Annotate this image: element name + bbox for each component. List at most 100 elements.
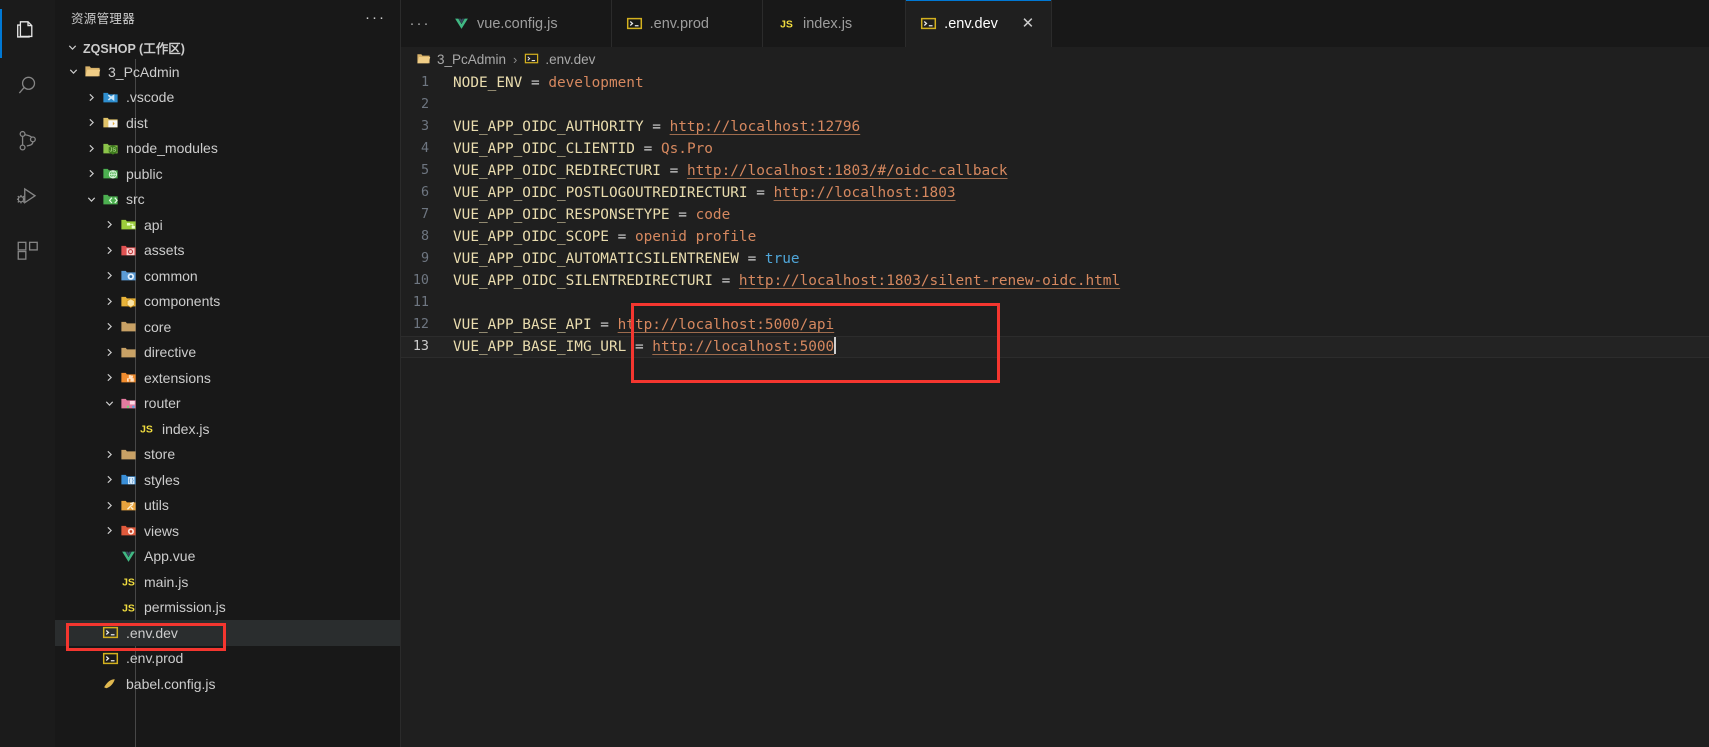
- activity-item-source-control[interactable]: [0, 116, 55, 171]
- env-value[interactable]: http://localhost:1803/#/oidc-callback: [687, 163, 1008, 179]
- tree-item-directive[interactable]: directive: [55, 340, 400, 366]
- tree-item-common[interactable]: common: [55, 263, 400, 289]
- env-value[interactable]: http://localhost:1803/silent-renew-oidc.…: [739, 273, 1120, 289]
- tree-item-utils[interactable]: utils: [55, 493, 400, 519]
- js-file-icon: JS: [135, 420, 157, 437]
- tree-item-dist[interactable]: dist: [55, 110, 400, 136]
- tabs-overflow-button[interactable]: ···: [401, 0, 439, 47]
- code-line[interactable]: 1NODE_ENV = development: [401, 72, 1709, 94]
- tree-item-styles[interactable]: {}styles: [55, 467, 400, 493]
- chevron-right-icon[interactable]: [101, 242, 117, 258]
- tree-item-label: src: [126, 191, 145, 207]
- file-tree[interactable]: 3_PcAdmin.vscodedistJSnode_modulespublic…: [55, 59, 400, 747]
- tree-item-public[interactable]: public: [55, 161, 400, 187]
- router-folder-icon: [117, 395, 139, 412]
- chevron-right-icon[interactable]: [101, 344, 117, 360]
- activity-item-explorer[interactable]: [0, 6, 55, 61]
- tree-item-main-js[interactable]: JSmain.js: [55, 569, 400, 595]
- env-key: VUE_APP_OIDC_AUTOMATICSILENTRENEW: [453, 251, 739, 267]
- tab-env-dev[interactable]: .env.dev✕: [906, 0, 1052, 47]
- chevron-right-icon[interactable]: [101, 319, 117, 335]
- tree-item-app-vue[interactable]: App.vue: [55, 544, 400, 570]
- chevron-right-icon[interactable]: [83, 115, 99, 131]
- breadcrumb-folder[interactable]: 3_PcAdmin: [416, 51, 506, 69]
- env-value[interactable]: http://localhost:1803: [774, 185, 956, 201]
- tree-item-label: router: [144, 395, 181, 411]
- console-file-icon: [626, 15, 643, 32]
- tree-item-env-prod[interactable]: .env.prod: [55, 646, 400, 672]
- activity-item-extensions[interactable]: [0, 226, 55, 281]
- tree-item-components[interactable]: components: [55, 289, 400, 315]
- tab-index-js[interactable]: JSindex.js✕: [763, 0, 906, 47]
- code-line[interactable]: 8VUE_APP_OIDC_SCOPE = openid profile: [401, 226, 1709, 248]
- activity-item-search[interactable]: [0, 61, 55, 116]
- tree-item-permission-js[interactable]: JSpermission.js: [55, 595, 400, 621]
- activity-item-run-and-debug[interactable]: [0, 171, 55, 226]
- explorer-more-actions-button[interactable]: ···: [365, 10, 386, 25]
- tree-item-extensions[interactable]: extensions: [55, 365, 400, 391]
- text-cursor: [834, 337, 836, 354]
- chevron-down-icon[interactable]: [83, 191, 99, 207]
- chevron-right-icon[interactable]: [83, 140, 99, 156]
- tab-vue-config-js[interactable]: vue.config.js✕: [439, 0, 612, 47]
- tree-item-core[interactable]: core: [55, 314, 400, 340]
- chevron-down-icon[interactable]: [65, 64, 81, 80]
- tree-item-store[interactable]: store: [55, 442, 400, 468]
- chevron-right-icon[interactable]: [101, 217, 117, 233]
- line-number: 5: [401, 160, 453, 182]
- tree-item-src[interactable]: src: [55, 187, 400, 213]
- tree-item-env-dev[interactable]: .env.dev: [55, 620, 400, 646]
- chevron-right-icon[interactable]: [101, 497, 117, 513]
- breadcrumb-file[interactable]: .env.dev: [524, 51, 595, 69]
- env-key: VUE_APP_OIDC_CLIENTID: [453, 141, 635, 157]
- editor-group: ··· vue.config.js✕.env.prod✕JSindex.js✕.…: [401, 0, 1709, 747]
- tab-env-prod[interactable]: .env.prod✕: [612, 0, 763, 47]
- chevron-right-icon[interactable]: [83, 89, 99, 105]
- code-line[interactable]: 10VUE_APP_OIDC_SILENTREDIRECTURI = http:…: [401, 270, 1709, 292]
- chevron-right-icon[interactable]: [101, 293, 117, 309]
- chevron-down-icon[interactable]: [101, 395, 117, 411]
- code-line[interactable]: 7VUE_APP_OIDC_RESPONSETYPE = code: [401, 204, 1709, 226]
- line-number: 8: [401, 226, 453, 248]
- equals-sign: =: [739, 251, 765, 267]
- chevron-right-icon[interactable]: [101, 370, 117, 386]
- code-text: VUE_APP_OIDC_SILENTREDIRECTURI = http://…: [453, 270, 1120, 292]
- tree-item-label: directive: [144, 344, 196, 360]
- line-number: 12: [401, 314, 453, 336]
- tree-item-node-modules[interactable]: JSnode_modules: [55, 136, 400, 162]
- env-value[interactable]: http://localhost:5000: [652, 339, 834, 355]
- close-icon[interactable]: ✕: [1019, 15, 1037, 33]
- tree-item-index-js[interactable]: JSindex.js: [55, 416, 400, 442]
- chevron-right-icon[interactable]: [101, 472, 117, 488]
- chevron-right-icon[interactable]: [101, 446, 117, 462]
- code-line[interactable]: 5VUE_APP_OIDC_REDIRECTURI = http://local…: [401, 160, 1709, 182]
- chevron-right-icon[interactable]: [101, 268, 117, 284]
- chevron-right-icon[interactable]: [101, 523, 117, 539]
- env-value[interactable]: http://localhost:12796: [670, 119, 861, 135]
- workspace-root-row[interactable]: ZQSHOP (工作区): [55, 35, 400, 59]
- code-lines[interactable]: 1NODE_ENV = development23VUE_APP_OIDC_AU…: [401, 72, 1709, 747]
- equals-sign: =: [592, 317, 618, 333]
- code-line[interactable]: 13VUE_APP_BASE_IMG_URL = http://localhos…: [401, 336, 1709, 358]
- chevron-right-icon[interactable]: [83, 166, 99, 182]
- code-line[interactable]: 9VUE_APP_OIDC_AUTOMATICSILENTRENEW = tru…: [401, 248, 1709, 270]
- code-editor[interactable]: 1NODE_ENV = development23VUE_APP_OIDC_AU…: [401, 72, 1709, 747]
- equals-sign: =: [609, 229, 635, 245]
- tree-item-assets[interactable]: assets: [55, 238, 400, 264]
- code-line[interactable]: 2: [401, 94, 1709, 116]
- env-value[interactable]: http://localhost:5000/api: [618, 317, 835, 333]
- code-line[interactable]: 11: [401, 292, 1709, 314]
- code-line[interactable]: 6VUE_APP_OIDC_POSTLOGOUTREDIRECTURI = ht…: [401, 182, 1709, 204]
- tree-item-vscode[interactable]: .vscode: [55, 85, 400, 111]
- tree-item-router[interactable]: router: [55, 391, 400, 417]
- code-line[interactable]: 4VUE_APP_OIDC_CLIENTID = Qs.Pro: [401, 138, 1709, 160]
- env-key: NODE_ENV: [453, 75, 522, 91]
- tree-item-3-pcadmin[interactable]: 3_PcAdmin: [55, 59, 400, 85]
- tree-item-babel-config-js[interactable]: babel.config.js: [55, 671, 400, 697]
- tree-item-views[interactable]: views: [55, 518, 400, 544]
- tree-item-api[interactable]: api: [55, 212, 400, 238]
- equals-sign: =: [522, 75, 548, 91]
- styles-folder-icon: {}: [117, 471, 139, 488]
- code-line[interactable]: 12VUE_APP_BASE_API = http://localhost:50…: [401, 314, 1709, 336]
- code-line[interactable]: 3VUE_APP_OIDC_AUTHORITY = http://localho…: [401, 116, 1709, 138]
